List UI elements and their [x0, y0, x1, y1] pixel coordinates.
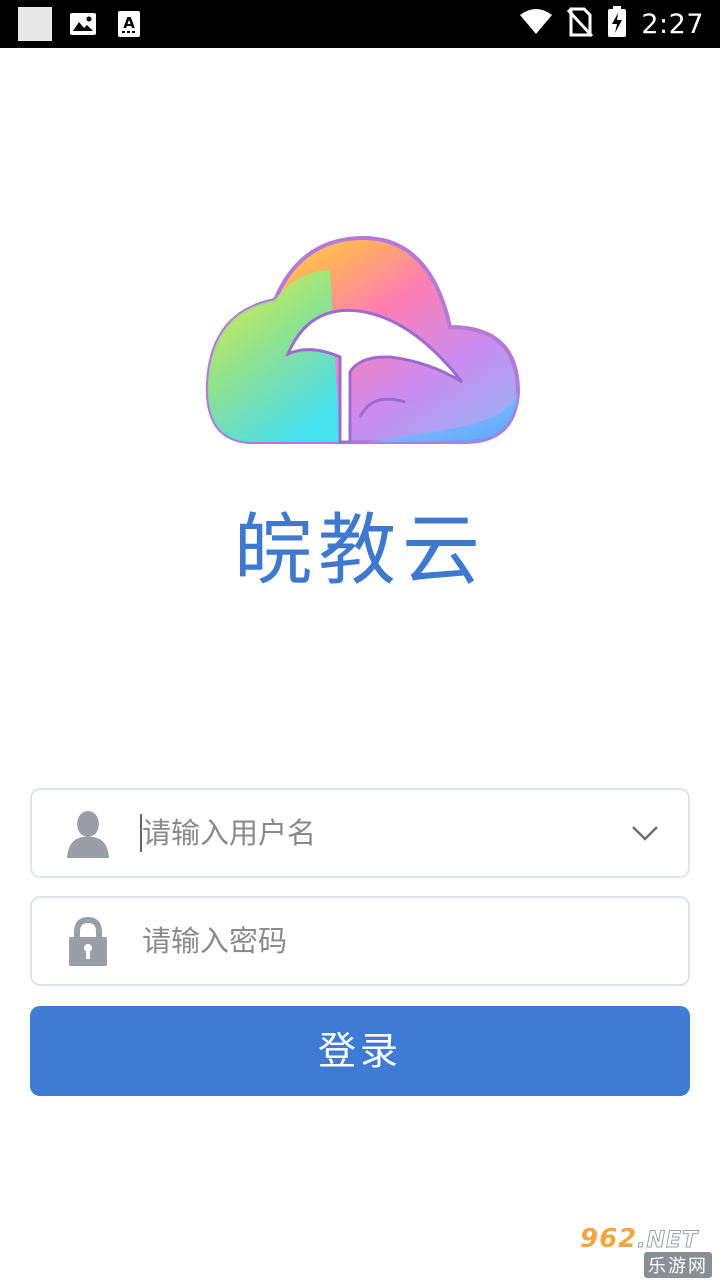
watermark-site-name: 乐游网 — [644, 1252, 712, 1278]
app-logo — [200, 232, 525, 452]
password-input[interactable]: 请输入密码 — [142, 898, 287, 984]
chevron-down-icon[interactable] — [628, 818, 662, 848]
wifi-icon — [519, 9, 553, 39]
username-field[interactable]: 请输入用户名 — [30, 788, 690, 878]
no-sim-icon — [567, 7, 594, 41]
password-field[interactable]: 请输入密码 — [30, 896, 690, 986]
status-bar: A 2:27 — [0, 0, 720, 48]
watermark-number: 962 — [580, 1224, 638, 1254]
lock-icon — [64, 915, 112, 969]
username-input[interactable]: 请输入用户名 — [142, 790, 316, 876]
font-notification-icon: A — [114, 9, 144, 39]
login-button[interactable]: 登录 — [30, 1006, 690, 1096]
site-watermark: 962.NET 乐游网 — [580, 1224, 716, 1278]
svg-text:A: A — [123, 14, 135, 32]
person-icon — [64, 807, 112, 861]
app-title: 皖教云 — [233, 506, 486, 596]
battery-charging-icon — [607, 6, 627, 42]
notification-placeholder-icon — [18, 7, 52, 41]
status-time: 2:27 — [641, 8, 704, 40]
image-notification-icon — [68, 9, 98, 39]
watermark-domain: .NET — [637, 1228, 699, 1254]
watermark-logo: 962.NET — [580, 1224, 716, 1254]
